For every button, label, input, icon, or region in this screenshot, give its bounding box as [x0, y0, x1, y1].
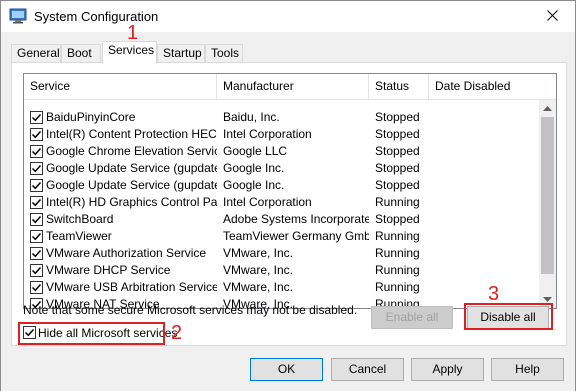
secure-services-note: Note that some secure Microsoft services…	[23, 303, 358, 317]
window-title: System Configuration	[34, 9, 159, 24]
service-row[interactable]: Intel(R) HD Graphics Control Pa... Intel …	[24, 194, 540, 211]
annotation-number-3: 3	[488, 283, 500, 305]
checkmark-icon	[31, 113, 42, 122]
service-manufacturer: Google Inc.	[223, 178, 285, 192]
enable-all-button[interactable]: Enable all	[371, 306, 453, 329]
service-row[interactable]: BaiduPinyinCore Baidu, Inc. Stopped	[24, 109, 540, 126]
service-status: Running	[375, 280, 420, 294]
service-manufacturer: Adobe Systems Incorporated	[223, 212, 369, 226]
service-name: TeamViewer	[46, 229, 112, 243]
service-row[interactable]: TeamViewer TeamViewer Germany GmbH Running	[24, 228, 540, 245]
service-name: VMware USB Arbitration Service	[46, 280, 217, 294]
service-manufacturer: TeamViewer Germany GmbH	[223, 229, 369, 243]
annotation-number-2: 2	[171, 322, 183, 344]
scrollbar-thumb[interactable]	[541, 117, 554, 274]
service-checkbox[interactable]	[30, 196, 43, 209]
service-row[interactable]: Google Chrome Elevation Servic... Google …	[24, 143, 540, 160]
checkmark-icon	[31, 283, 42, 292]
service-row[interactable]: Google Update Service (gupdate) Google In…	[24, 160, 540, 177]
services-list[interactable]: Service Manufacturer Status Date Disable…	[23, 73, 557, 309]
column-header-service[interactable]: Service	[24, 74, 217, 99]
service-checkbox[interactable]	[30, 281, 43, 294]
service-row[interactable]: VMware Authorization Service VMware, Inc.…	[24, 245, 540, 262]
system-configuration-icon	[9, 8, 27, 24]
vertical-scrollbar[interactable]	[539, 100, 556, 308]
service-status: Running	[375, 229, 420, 243]
service-checkbox[interactable]	[30, 213, 43, 226]
tab-general[interactable]: General	[11, 44, 61, 63]
service-checkbox[interactable]	[30, 230, 43, 243]
service-status: Running	[375, 263, 420, 277]
column-header-date-disabled[interactable]: Date Disabled	[429, 74, 539, 99]
service-name: BaiduPinyinCore	[46, 110, 136, 124]
checkmark-icon	[31, 249, 42, 258]
service-row[interactable]: SwitchBoard Adobe Systems Incorporated Sto…	[24, 211, 540, 228]
service-name: SwitchBoard	[46, 212, 114, 226]
help-button[interactable]: Help	[491, 358, 564, 381]
service-manufacturer: VMware, Inc.	[223, 263, 294, 277]
service-status: Stopped	[375, 127, 420, 141]
cancel-button[interactable]: Cancel	[331, 358, 404, 381]
tab-boot[interactable]: Boot	[61, 44, 101, 63]
column-header-manufacturer[interactable]: Manufacturer	[217, 74, 369, 99]
service-name: VMware Authorization Service	[46, 246, 207, 260]
tab-tools[interactable]: Tools	[205, 44, 243, 63]
service-name: Google Chrome Elevation Servic...	[46, 144, 217, 158]
close-button[interactable]	[529, 1, 575, 32]
service-manufacturer: Intel Corporation	[223, 195, 312, 209]
service-manufacturer: VMware, Inc.	[223, 246, 294, 260]
system-configuration-window: System Configuration General Boot Servic…	[0, 0, 576, 391]
service-name: Google Update Service (gupdatem)	[46, 178, 217, 192]
scroll-up-arrow-icon[interactable]	[539, 100, 556, 117]
service-manufacturer: Google Inc.	[223, 161, 285, 175]
checkmark-icon	[31, 215, 42, 224]
service-manufacturer: VMware, Inc.	[223, 280, 294, 294]
checkmark-icon	[31, 130, 42, 139]
service-name: Intel(R) Content Protection HEC...	[46, 127, 217, 141]
list-header: Service Manufacturer Status Date Disable…	[24, 74, 556, 100]
service-manufacturer: Google LLC	[223, 144, 288, 158]
service-status: Stopped	[375, 110, 420, 124]
annotation-box-disable-all	[464, 303, 553, 330]
service-status: Stopped	[375, 178, 420, 192]
apply-button[interactable]: Apply	[411, 358, 484, 381]
checkmark-icon	[31, 147, 42, 156]
service-status: Stopped	[375, 212, 420, 226]
service-status: Stopped	[375, 161, 420, 175]
tab-services[interactable]: Services	[102, 41, 157, 64]
column-header-status[interactable]: Status	[369, 74, 429, 99]
service-checkbox[interactable]	[30, 111, 43, 124]
service-status: Running	[375, 195, 420, 209]
checkmark-icon	[31, 164, 42, 173]
service-row[interactable]: VMware DHCP Service VMware, Inc. Running	[24, 262, 540, 279]
checkmark-icon	[31, 198, 42, 207]
service-row[interactable]: VMware USB Arbitration Service VMware, In…	[24, 279, 540, 296]
service-checkbox[interactable]	[30, 179, 43, 192]
service-checkbox[interactable]	[30, 145, 43, 158]
service-name: VMware DHCP Service	[46, 263, 171, 277]
checkmark-icon	[31, 181, 42, 190]
annotation-box-hide-ms	[18, 322, 165, 345]
service-name: Google Update Service (gupdate)	[46, 161, 217, 175]
service-status: Running	[375, 246, 420, 260]
checkmark-icon	[31, 232, 42, 241]
service-manufacturer: Intel Corporation	[223, 127, 312, 141]
service-checkbox[interactable]	[30, 128, 43, 141]
service-manufacturer: Baidu, Inc.	[223, 110, 280, 124]
service-checkbox[interactable]	[30, 162, 43, 175]
close-icon	[546, 9, 558, 24]
checkmark-icon	[31, 266, 42, 275]
service-row[interactable]: Google Update Service (gupdatem) Google I…	[24, 177, 540, 194]
service-row[interactable]: Intel(R) Content Protection HEC... Intel …	[24, 126, 540, 143]
tab-startup[interactable]: Startup	[157, 44, 205, 63]
ok-button[interactable]: OK	[250, 358, 323, 381]
title-bar[interactable]: System Configuration	[1, 1, 575, 32]
service-checkbox[interactable]	[30, 247, 43, 260]
service-status: Stopped	[375, 144, 420, 158]
service-checkbox[interactable]	[30, 264, 43, 277]
service-name: Intel(R) HD Graphics Control Pa...	[46, 195, 217, 209]
dialog-button-bar: OK Cancel Apply Help	[1, 351, 575, 391]
